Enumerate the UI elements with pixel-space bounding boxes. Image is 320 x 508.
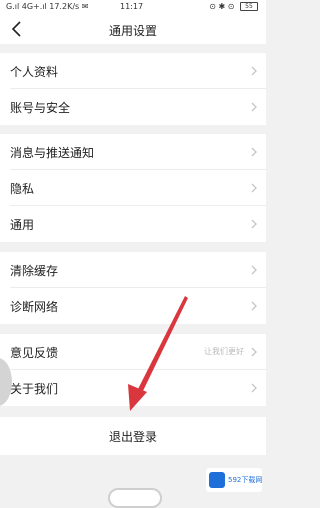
row-hint: 让我们更好 — [204, 347, 244, 356]
signal-network-indicators: G.ıl 4G+.ıl 17.2K/s ✉ — [6, 2, 89, 11]
clock: 11:17 — [120, 2, 144, 11]
settings-row-network-diagnosis[interactable]: 诊断网络 — [0, 288, 266, 324]
row-label: 诊断网络 — [10, 300, 59, 314]
row-label: 隐私 — [10, 182, 35, 196]
page-title: 通用设置 — [108, 24, 157, 38]
settings-row-privacy[interactable]: 隐私 — [0, 170, 266, 206]
chevron-right-icon — [251, 183, 257, 193]
chevron-right-icon — [251, 147, 257, 157]
logout-label: 退出登录 — [108, 430, 157, 444]
watermark-logo-icon — [209, 472, 225, 488]
row-label: 账号与安全 — [10, 101, 71, 115]
chevron-right-icon — [251, 219, 257, 229]
row-label: 个人资料 — [10, 65, 59, 79]
navigation-bar: 通用设置 — [0, 14, 266, 44]
status-bar: G.ıl 4G+.ıl 17.2K/s ✉ 11:17 ⊙ ✱ ⊙ 55 — [0, 0, 266, 14]
chevron-right-icon — [251, 347, 257, 357]
chevron-right-icon — [251, 102, 257, 112]
home-indicator[interactable] — [108, 488, 162, 508]
settings-row-about-us[interactable]: 关于我们 — [0, 370, 266, 406]
row-label: 消息与推送通知 — [10, 146, 95, 160]
chevron-right-icon — [251, 66, 257, 76]
status-icons: ⊙ ✱ ⊙ — [209, 2, 235, 11]
watermark-text: 592下载网 — [228, 476, 263, 484]
chevron-right-icon — [251, 301, 257, 311]
settings-row-general[interactable]: 通用 — [0, 206, 266, 242]
battery-icon: 55 — [240, 2, 258, 11]
chevron-right-icon — [251, 383, 257, 393]
settings-row-account-security[interactable]: 账号与安全 — [0, 89, 266, 125]
settings-row-clear-cache[interactable]: 清除缓存 — [0, 252, 266, 288]
row-label: 清除缓存 — [10, 264, 59, 278]
row-label: 关于我们 — [10, 382, 59, 396]
settings-row-profile[interactable]: 个人资料 — [0, 53, 266, 89]
settings-row-feedback[interactable]: 意见反馈 让我们更好 — [0, 334, 266, 370]
system-icons: ⊙ ✱ ⊙ 55 — [209, 2, 258, 11]
settings-row-notifications[interactable]: 消息与推送通知 — [0, 134, 266, 170]
watermark-logo: 592下载网 — [206, 468, 262, 492]
chevron-right-icon — [251, 265, 257, 275]
logout-button[interactable]: 退出登录 — [0, 417, 266, 455]
row-label: 意见反馈 — [10, 346, 59, 360]
row-label: 通用 — [10, 218, 35, 232]
